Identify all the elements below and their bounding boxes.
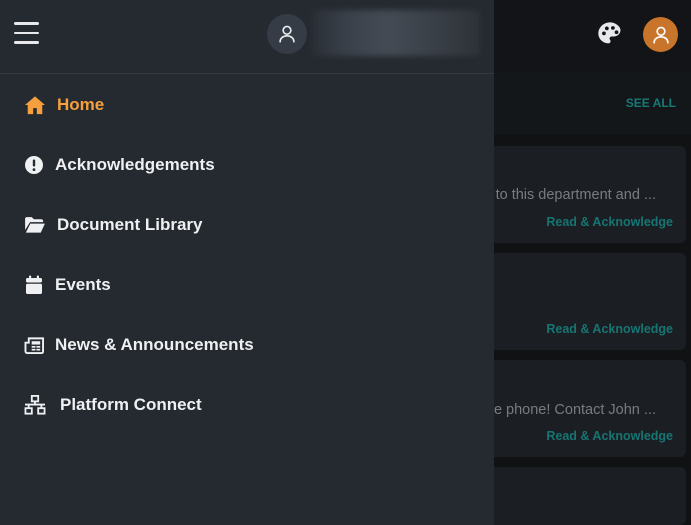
card-text: bile phone! Contact John ...	[479, 402, 656, 418]
app-root: SEE ALL e to this department and ... Rea…	[0, 0, 691, 525]
nav-item-label: Events	[55, 275, 111, 294]
acknowledgement-card[interactable]: bile phone! Contact John ... Read & Ackn…	[470, 360, 686, 457]
calendar-icon	[23, 275, 45, 295]
nav-item-acknowledgements[interactable]: Acknowledgements	[0, 135, 494, 195]
acknowledgement-card[interactable]	[470, 467, 686, 525]
read-acknowledge-link[interactable]: Read & Acknowledge	[546, 322, 673, 336]
nav-item-label: Document Library	[57, 215, 203, 234]
nav-item-label: News & Announcements	[55, 335, 254, 354]
drawer-user-avatar[interactable]	[267, 14, 307, 54]
nav-item-label: Acknowledgements	[55, 155, 215, 174]
exclamation-circle-icon	[23, 155, 45, 175]
palette-icon	[598, 22, 621, 44]
newspaper-icon	[23, 335, 45, 355]
network-icon	[24, 395, 46, 415]
nav-item-label: Home	[57, 95, 105, 114]
hamburger-menu-icon[interactable]	[14, 22, 40, 46]
nav-item-news-announcements[interactable]: News & Announcements	[0, 315, 494, 375]
user-icon	[279, 25, 295, 43]
card-text: e to this department and ...	[483, 187, 657, 203]
user-name-redacted	[312, 10, 480, 56]
user-avatar-button[interactable]	[643, 17, 678, 52]
theme-palette-button[interactable]	[594, 18, 626, 50]
acknowledgement-card[interactable]: Read & Acknowledge	[470, 253, 686, 350]
read-acknowledge-link[interactable]: Read & Acknowledge	[546, 429, 673, 443]
home-icon	[24, 95, 46, 115]
drawer-nav: Home Acknowledgements Document Library E…	[0, 75, 494, 435]
nav-item-home[interactable]: Home	[0, 75, 494, 135]
see-all-link[interactable]: SEE ALL	[626, 96, 676, 110]
nav-drawer: Home Acknowledgements Document Library E…	[0, 0, 494, 525]
read-acknowledge-link[interactable]: Read & Acknowledge	[546, 215, 673, 229]
user-icon	[652, 26, 669, 44]
acknowledgement-card[interactable]: e to this department and ... Read & Ackn…	[470, 146, 686, 243]
folder-open-icon	[24, 215, 46, 235]
nav-item-label: Platform Connect	[60, 395, 202, 414]
nav-item-platform-connect[interactable]: Platform Connect	[0, 375, 494, 435]
nav-item-events[interactable]: Events	[0, 255, 494, 315]
drawer-header	[0, 0, 494, 74]
nav-item-document-library[interactable]: Document Library	[0, 195, 494, 255]
